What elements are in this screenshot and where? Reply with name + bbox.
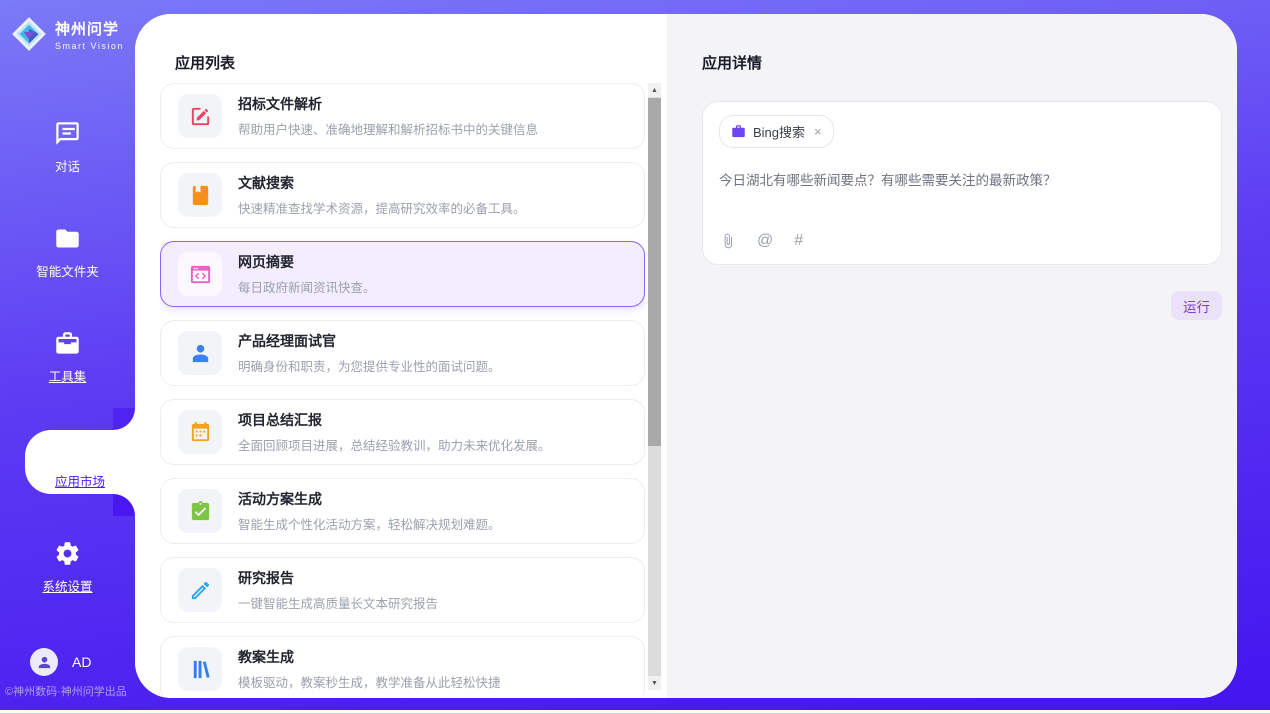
- scrollbar-thumb[interactable]: [648, 98, 661, 446]
- app-name: 项目总结汇报: [238, 410, 551, 430]
- app-name: 产品经理面试官: [238, 331, 501, 351]
- run-button[interactable]: 运行: [1171, 291, 1222, 320]
- sidebar-item-label: 对话: [55, 156, 80, 175]
- app-description: 一键智能生成高质量长文本研究报告: [238, 593, 438, 612]
- sidebar-item-2[interactable]: 工具集: [0, 322, 135, 392]
- app-card[interactable]: 网页摘要每日政府新闻资讯快查。: [160, 241, 645, 307]
- prompt-input-card[interactable]: Bing搜索 × 今日湖北有哪些新闻要点？有哪些需要关注的最新政策？ @ #: [702, 101, 1222, 265]
- sidebar-item-label: 系统设置: [42, 576, 92, 595]
- books-icon: [178, 647, 222, 691]
- app-card[interactable]: 活动方案生成智能生成个性化活动方案，轻松解决规划难题。: [160, 478, 645, 544]
- user-account[interactable]: AD: [30, 648, 91, 676]
- toolbox-icon: [54, 330, 81, 357]
- app-card[interactable]: 项目总结汇报全面回顾项目进展，总结经验教训，助力未来优化发展。: [160, 399, 645, 465]
- sidebar-item-label: 智能文件夹: [36, 261, 99, 280]
- app-name: 研究报告: [238, 568, 438, 588]
- app-description: 明确身份和职责，为您提供专业性的面试问题。: [238, 356, 501, 375]
- bottom-strip: [0, 710, 1270, 714]
- brand-logo: 神州问学 Smart Vision: [0, 0, 135, 53]
- app-description: 帮助用户快速、准确地理解和解析招标书中的关键信息: [238, 119, 538, 138]
- pen-report-icon: [178, 568, 222, 612]
- cube-icon: [67, 435, 94, 462]
- scrollbar-down-icon[interactable]: ▼: [648, 676, 661, 690]
- book-icon: [178, 173, 222, 217]
- scrollbar[interactable]: ▲ ▼: [648, 83, 661, 690]
- app-card[interactable]: 研究报告一键智能生成高质量长文本研究报告: [160, 557, 645, 623]
- folder-icon: [54, 225, 81, 252]
- main-content: 应用列表 招标文件解析帮助用户快速、准确地理解和解析招标书中的关键信息文献搜索快…: [135, 14, 1237, 698]
- tool-chip-label: Bing搜索: [753, 122, 805, 141]
- app-name: 招标文件解析: [238, 94, 538, 114]
- tool-chip-bing-search[interactable]: Bing搜索 ×: [719, 115, 834, 148]
- run-row: 运行: [702, 291, 1222, 320]
- sidebar-item-label: 工具集: [49, 366, 87, 385]
- interviewer-icon: [178, 331, 222, 375]
- user-initials: AD: [72, 654, 91, 670]
- app-card[interactable]: 招标文件解析帮助用户快速、准确地理解和解析招标书中的关键信息: [160, 83, 645, 149]
- app-name: 网页摘要: [238, 252, 376, 272]
- app-name: 教案生成: [238, 647, 501, 667]
- sidebar-item-label: 应用市场: [55, 471, 105, 490]
- app-name: 活动方案生成: [238, 489, 501, 509]
- brand-subtitle: Smart Vision: [55, 41, 124, 51]
- app-card[interactable]: 文献搜索快速精准查找学术资源，提高研究效率的必备工具。: [160, 162, 645, 228]
- chip-close-icon[interactable]: ×: [814, 125, 822, 138]
- app-description: 快速精准查找学术资源，提高研究效率的必备工具。: [238, 198, 526, 217]
- app-card[interactable]: 教案生成模板驱动，教案秒生成，教学准备从此轻松快捷: [160, 636, 645, 695]
- person-icon: [36, 654, 53, 671]
- query-text-input[interactable]: 今日湖北有哪些新闻要点？有哪些需要关注的最新政策？: [719, 169, 1205, 189]
- app-list: 招标文件解析帮助用户快速、准确地理解和解析招标书中的关键信息文献搜索快速精准查找…: [160, 83, 645, 695]
- calendar-note-icon: [178, 410, 222, 454]
- diamond-logo-icon: [10, 15, 48, 53]
- app-detail-title: 应用详情: [702, 52, 1222, 73]
- gear-icon: [54, 540, 81, 567]
- sidebar: 神州问学 Smart Vision 对话智能文件夹工具集应用市场系统设置 AD …: [0, 0, 135, 710]
- hash-icon[interactable]: #: [794, 232, 803, 250]
- active-tab-curve-top: [113, 408, 135, 430]
- app-description: 智能生成个性化活动方案，轻松解决规划难题。: [238, 514, 501, 533]
- scrollbar-up-icon[interactable]: ▲: [648, 83, 661, 97]
- app-description: 模板驱动，教案秒生成，教学准备从此轻松快捷: [238, 672, 501, 691]
- app-list-title: 应用列表: [175, 52, 235, 73]
- briefcase-icon: [731, 124, 746, 139]
- paperclip-icon[interactable]: [720, 233, 736, 249]
- clipboard-check-icon: [178, 489, 222, 533]
- app-card[interactable]: 产品经理面试官明确身份和职责，为您提供专业性的面试问题。: [160, 320, 645, 386]
- brand-name: 神州问学: [55, 18, 124, 39]
- sidebar-item-3[interactable]: 应用市场: [25, 430, 135, 494]
- avatar: [30, 648, 58, 676]
- composer-toolbar: @ #: [720, 232, 803, 250]
- app-name: 文献搜索: [238, 173, 526, 193]
- app-list-panel: 应用列表 招标文件解析帮助用户快速、准确地理解和解析招标书中的关键信息文献搜索快…: [135, 14, 667, 698]
- app-description: 全面回顾项目进展，总结经验教训，助力未来优化发展。: [238, 435, 551, 454]
- chat-icon: [54, 120, 81, 147]
- app-description: 每日政府新闻资讯快查。: [238, 277, 376, 296]
- document-edit-icon: [178, 94, 222, 138]
- copyright-footer: ©神州数码·神州问学出品: [5, 683, 135, 699]
- browser-code-icon: [178, 252, 222, 296]
- mention-icon[interactable]: @: [757, 232, 773, 250]
- app-detail-panel: 应用详情 Bing搜索 × 今日湖北有哪些新闻要点？有哪些需要关注的最新政策？ …: [667, 14, 1237, 698]
- active-tab-curve-bottom: [113, 494, 135, 516]
- sidebar-item-0[interactable]: 对话: [0, 112, 135, 182]
- sidebar-item-4[interactable]: 系统设置: [0, 532, 135, 602]
- sidebar-nav: 对话智能文件夹工具集应用市场系统设置: [0, 112, 135, 637]
- sidebar-item-1[interactable]: 智能文件夹: [0, 217, 135, 287]
